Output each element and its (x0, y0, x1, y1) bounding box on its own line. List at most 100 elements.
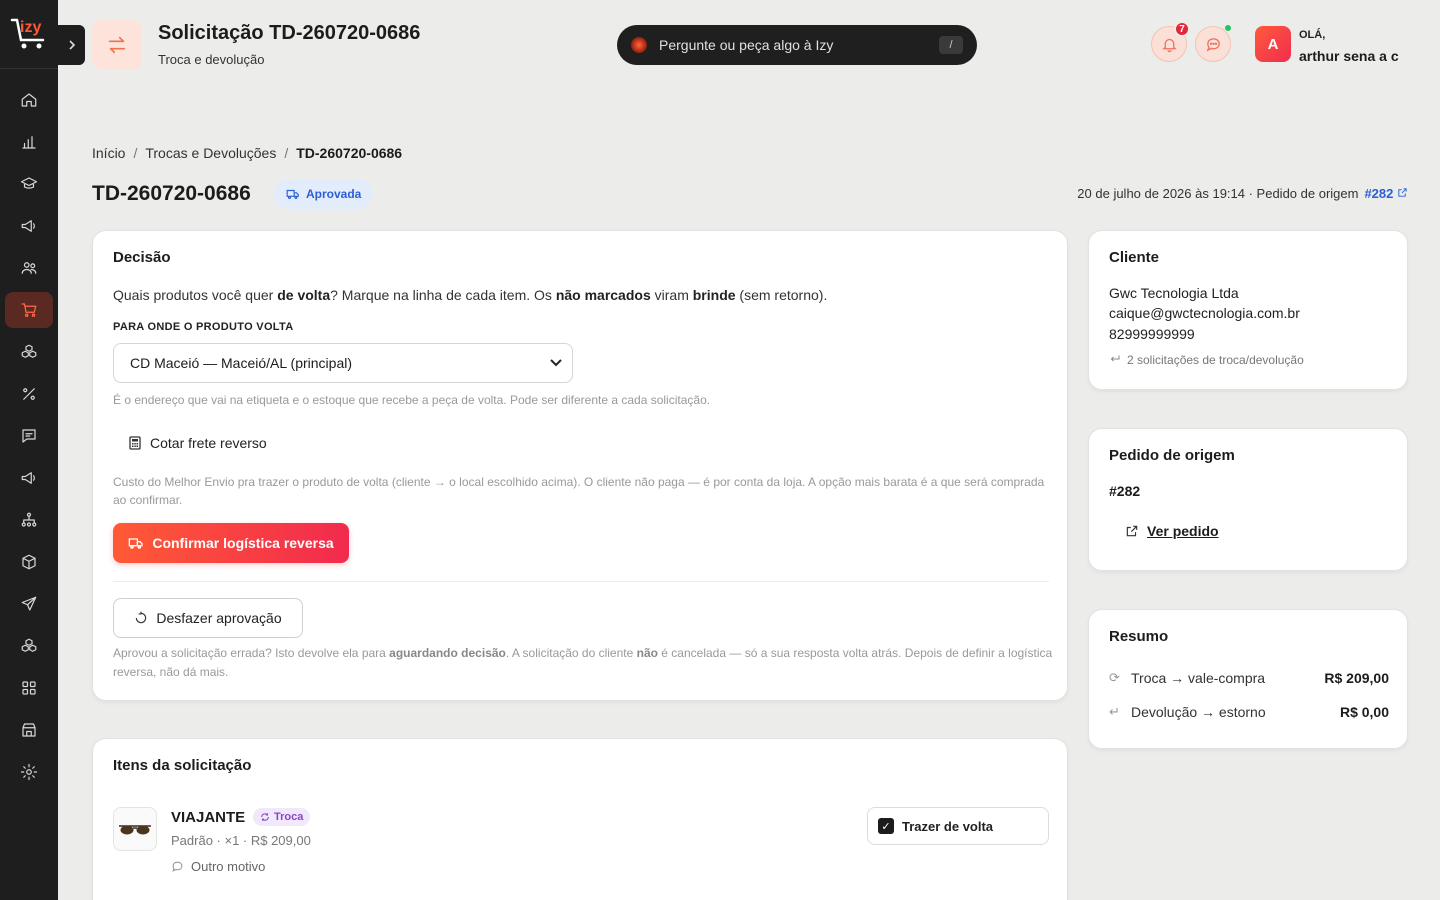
nav-shipping[interactable] (5, 586, 53, 622)
return-arrow-icon (1110, 355, 1120, 362)
chart-icon (22, 136, 36, 149)
breadcrumb: Início / Trocas e Devoluções / TD-260720… (92, 145, 402, 161)
store-icon (22, 723, 36, 737)
request-date: 20 de julho de 2026 às 19:14 · Pedido de… (1077, 186, 1359, 201)
calculator-icon (129, 436, 141, 450)
chat-icon (1206, 37, 1220, 51)
product-thumbnail (113, 807, 157, 851)
notifications-button[interactable]: 7 (1151, 21, 1190, 62)
nav-products[interactable] (5, 334, 53, 370)
logo-text: izy (20, 19, 41, 36)
client-requests-link[interactable]: 2 solicitações de troca/devolução (1109, 353, 1304, 367)
items-card: Itens da solicitação VIAJANTE Troca Padr… (92, 738, 1068, 900)
bring-back-checkbox[interactable]: ✓ (878, 818, 894, 834)
breadcrumb-current: TD-260720-0686 (296, 145, 403, 161)
settings-icon (20, 763, 38, 781)
ai-spark-icon (631, 37, 647, 53)
username[interactable]: arthur sena a c (1299, 48, 1399, 64)
nav-campaigns[interactable] (5, 460, 53, 496)
online-indicator (1224, 24, 1232, 32)
sidebar-toggle[interactable] (58, 25, 85, 65)
notifications-badge: 7 (1174, 21, 1190, 37)
nav-academy[interactable] (5, 166, 53, 202)
undo-approval-button[interactable]: Desfazer aprovação (113, 598, 303, 638)
summary-value: R$ 209,00 (1324, 670, 1389, 686)
summary-label: Devolução → estorno (1131, 704, 1266, 720)
summary-title: Resumo (1109, 628, 1169, 645)
client-requests-count: 2 solicitações de troca/devolução (1127, 353, 1304, 367)
nav-apps[interactable] (5, 670, 53, 706)
breadcrumb-separator: / (284, 145, 289, 161)
destination-hint: É o endereço que vai na etiqueta e o est… (113, 393, 711, 407)
return-arrow-icon: ↵ (1109, 704, 1120, 719)
origin-order-number: #282 (1109, 483, 1141, 499)
ai-search-bar[interactable]: Pergunte ou peça algo à Izy / (617, 25, 977, 65)
origin-order-title: Pedido de origem (1109, 447, 1235, 464)
section-divider (113, 581, 1049, 582)
request-code: TD-260720-0686 (92, 182, 251, 205)
avatar[interactable]: A (1255, 26, 1291, 62)
bell-icon (1161, 38, 1177, 52)
undo-icon (136, 611, 147, 624)
nav-inventory[interactable] (5, 544, 53, 580)
items-title: Itens da solicitação (113, 757, 252, 774)
client-company: Gwc Tecnologia Ltda (1109, 285, 1239, 301)
breadcrumb-home[interactable]: Início (92, 145, 125, 161)
decision-title: Decisão (113, 249, 171, 266)
nav-orders[interactable] (5, 292, 53, 328)
nav-marketing[interactable] (5, 208, 53, 244)
bring-back-toggle[interactable]: ✓ Trazer de volta (867, 807, 1049, 845)
client-phone: 82999999999 (1109, 326, 1195, 342)
nav-structure[interactable] (5, 502, 53, 538)
search-placeholder: Pergunte ou peça algo à Izy (659, 37, 834, 53)
destination-value: CD Maceió — Maceió/AL (principal) (130, 355, 352, 371)
nav-settings[interactable] (5, 754, 53, 790)
nav-messages[interactable] (5, 418, 53, 454)
view-order-link[interactable]: Ver pedido (1125, 523, 1219, 539)
quote-freight-button[interactable]: Cotar frete reverso (129, 435, 267, 451)
destination-label: PARA ONDE O PRODUTO VOLTA (113, 321, 294, 333)
view-order-label: Ver pedido (1147, 523, 1219, 539)
destination-select[interactable]: CD Maceió — Maceió/AL (principal) (113, 343, 573, 383)
undo-label: Desfazer aprovação (156, 610, 282, 626)
item-name: VIAJANTE (171, 809, 246, 826)
nav-customers[interactable] (5, 250, 53, 286)
client-card: Cliente Gwc Tecnologia Ltda caique@gwcte… (1088, 230, 1408, 390)
breadcrumb-separator: / (133, 145, 138, 161)
confirm-label: Confirmar logística reversa (152, 535, 334, 551)
cart-icon (21, 303, 37, 317)
summary-label: Troca → vale-compra (1131, 670, 1266, 686)
item-reason-label: Outro motivo (191, 859, 266, 874)
status-label: Aprovada (306, 187, 362, 201)
client-title: Cliente (1109, 249, 1160, 266)
nav-catalog[interactable] (5, 628, 53, 664)
header-icon (92, 20, 142, 70)
greeting: OLÁ, (1299, 29, 1326, 41)
sitemap-icon (21, 512, 37, 527)
page-header-subtitle: Troca e devolução (158, 52, 265, 67)
refresh-icon (261, 813, 269, 821)
boxes-2-icon (21, 638, 37, 652)
item-tag-label: Troca (274, 811, 304, 823)
nav-discounts[interactable] (5, 376, 53, 412)
nav-store[interactable] (5, 712, 53, 748)
origin-order-link[interactable]: #282 (1364, 186, 1408, 201)
decision-card: Decisão Quais produtos você quer de volt… (92, 230, 1068, 701)
chat-button[interactable] (1195, 24, 1232, 62)
quote-freight-label: Cotar frete reverso (150, 435, 267, 451)
client-email[interactable]: caique@gwctecnologia.com.br (1109, 305, 1300, 321)
external-link-icon (1398, 188, 1407, 197)
origin-order-number: #282 (1364, 186, 1394, 201)
breadcrumb-section[interactable]: Trocas e Devoluções (145, 145, 276, 161)
megaphone-icon (21, 220, 35, 232)
summary-card: Resumo ⟳ Troca → vale-compra R$ 209,00 ↵… (1088, 609, 1408, 749)
search-shortcut: / (939, 36, 963, 54)
comment-icon (172, 861, 183, 872)
nav-reports[interactable] (5, 124, 53, 160)
graduation-icon (20, 177, 38, 189)
truck-icon (129, 538, 144, 549)
confirm-reverse-logistics-button[interactable]: Confirmar logística reversa (113, 523, 349, 563)
izy-logo[interactable]: izy (9, 12, 51, 52)
package-icon (22, 554, 36, 570)
nav-home[interactable] (5, 82, 53, 118)
